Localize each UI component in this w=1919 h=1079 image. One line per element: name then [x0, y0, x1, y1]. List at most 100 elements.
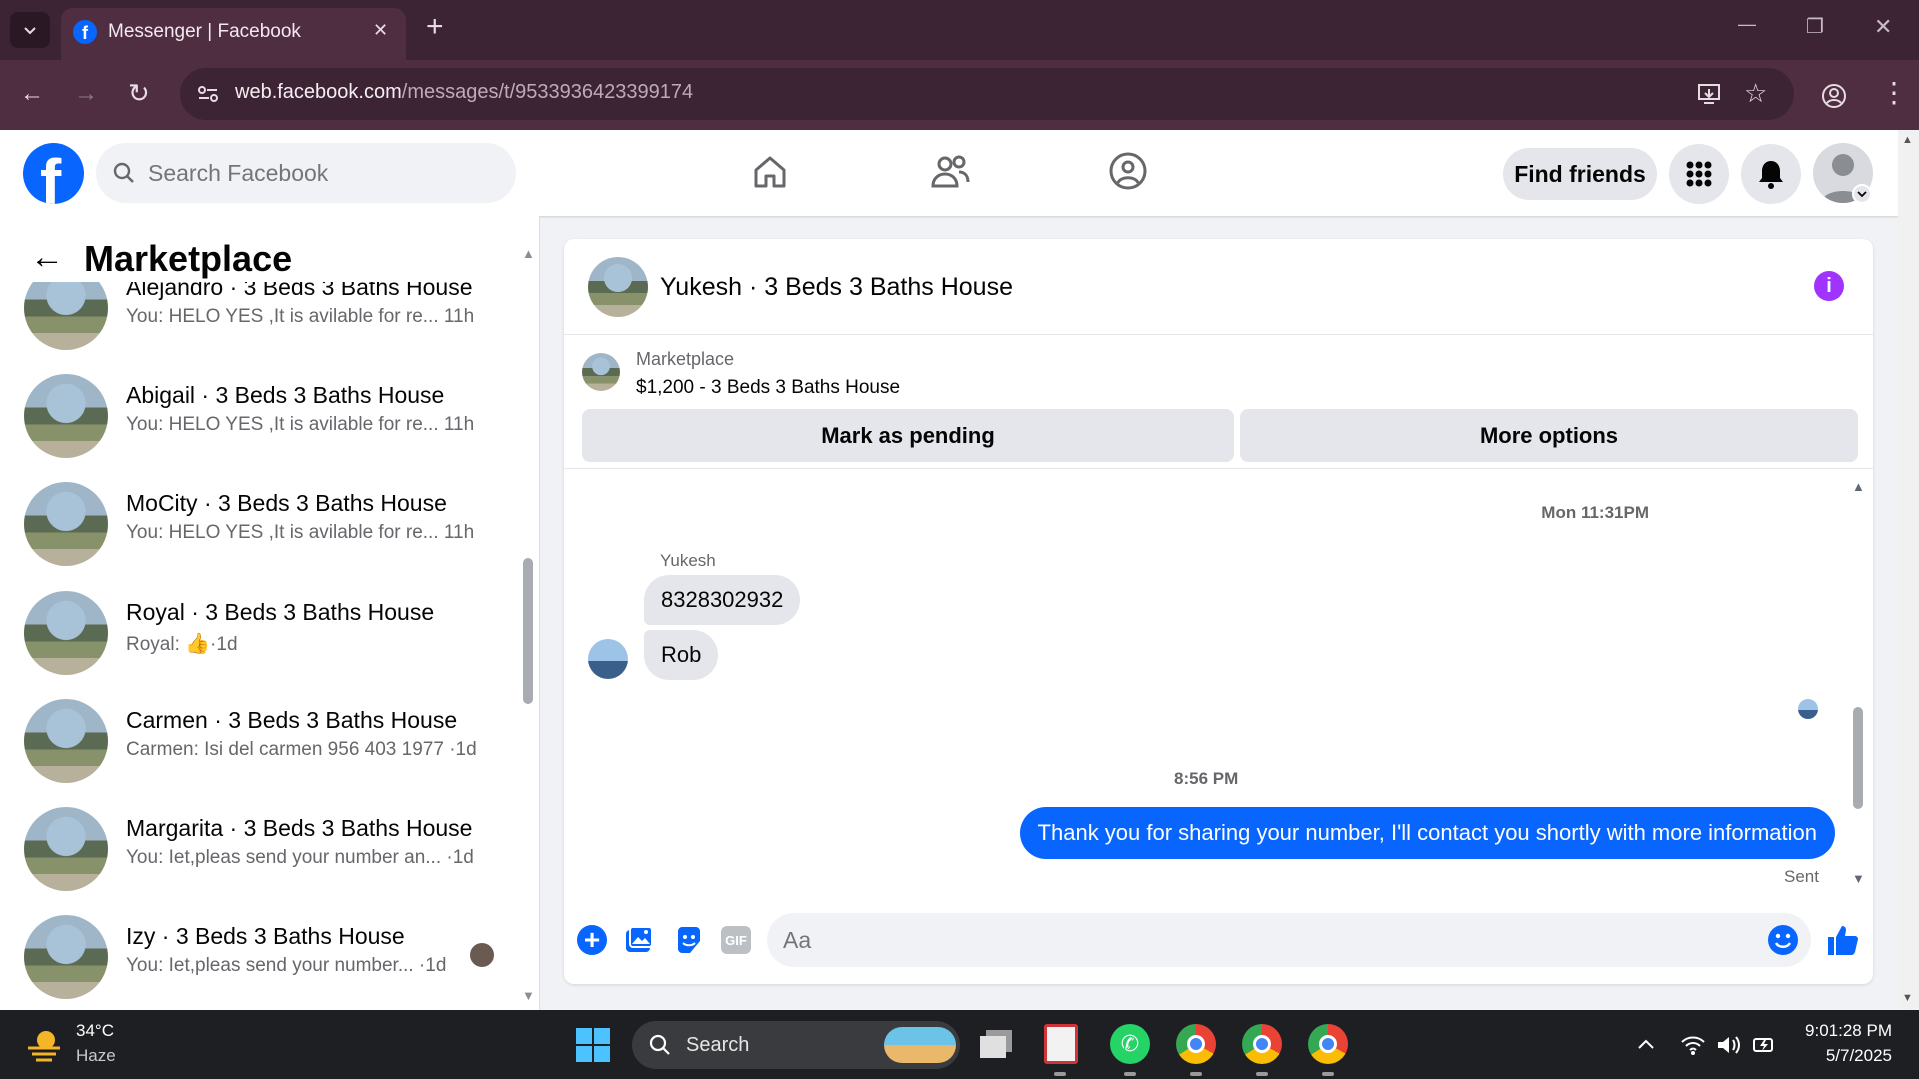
conversation-item[interactable]: Carmen · 3 Beds 3 Baths House Carmen: Is…: [24, 687, 515, 795]
scroll-down-arrow-icon[interactable]: ▼: [1852, 871, 1865, 886]
weather-condition[interactable]: Haze: [76, 1046, 116, 1066]
groups-icon[interactable]: [1108, 151, 1148, 191]
chrome-profile-icon[interactable]: [1308, 1024, 1348, 1064]
chat-title[interactable]: Yukesh · 3 Beds 3 Baths House: [660, 273, 1013, 302]
weather-temp[interactable]: 34°C: [76, 1021, 114, 1041]
windows-taskbar: 34°C Haze Search ✆ 9:01:28 PM 5/7/2025: [0, 1010, 1919, 1079]
home-icon[interactable]: [750, 152, 790, 192]
scroll-down-arrow-icon[interactable]: ▼: [1902, 992, 1913, 1004]
conversation-item[interactable]: Margarita · 3 Beds 3 Baths House You: Ie…: [24, 795, 515, 903]
whatsapp-icon[interactable]: ✆: [1110, 1024, 1150, 1064]
active-app-indicator: [1124, 1072, 1136, 1076]
browser-tab-messenger[interactable]: f Messenger | Facebook ✕: [61, 8, 406, 60]
my-message-bubble[interactable]: Thank you for sharing your number, I'll …: [1019, 807, 1835, 859]
scrollbar-thumb[interactable]: [523, 558, 533, 704]
browser-menu-icon[interactable]: ⋮: [1880, 76, 1908, 109]
composer: + GIF: [564, 911, 1873, 971]
menu-grid-button[interactable]: [1669, 144, 1729, 204]
facebook-logo-icon[interactable]: f: [23, 143, 84, 204]
back-arrow-icon[interactable]: ←: [20, 80, 44, 108]
conversation-item[interactable]: MoCity · 3 Beds 3 Baths House You: HELO …: [24, 470, 515, 578]
listing-avatar: [24, 374, 108, 458]
chat-avatar[interactable]: [588, 257, 648, 317]
scroll-up-arrow-icon[interactable]: ▲: [1852, 479, 1865, 494]
message-input[interactable]: [783, 923, 1683, 957]
site-settings-icon[interactable]: [196, 82, 220, 106]
conversation-item[interactable]: Alejandro · 3 Beds 3 Baths House You: HE…: [24, 282, 515, 362]
sidebar-scrollbar[interactable]: ▲ ▼: [520, 246, 536, 1006]
forward-arrow-icon[interactable]: →: [74, 80, 98, 108]
volume-icon[interactable]: [1716, 1034, 1742, 1056]
conversation-item[interactable]: Abigail · 3 Beds 3 Baths House You: HELO…: [24, 362, 515, 470]
conversation-item[interactable]: Izy · 3 Beds 3 Baths House You: Iet,plea…: [24, 903, 515, 1006]
listing-avatar: [24, 482, 108, 566]
mark-as-pending-button[interactable]: Mark as pending: [582, 409, 1234, 462]
close-tab-icon[interactable]: ✕: [373, 20, 388, 41]
clock-date[interactable]: 5/7/2025: [1800, 1046, 1892, 1066]
conversation-item[interactable]: Royal · 3 Beds 3 Baths House Royal: 👍·1d: [24, 579, 515, 687]
message-text: Rob: [661, 642, 702, 667]
listing-avatar: [24, 807, 108, 891]
chevron-up-icon[interactable]: [1636, 1036, 1656, 1052]
new-tab-button[interactable]: +: [426, 10, 444, 44]
notifications-button[interactable]: [1741, 144, 1801, 204]
active-app-indicator: [1190, 1072, 1202, 1076]
wifi-icon[interactable]: [1680, 1034, 1706, 1056]
scrollbar-thumb[interactable]: [1853, 707, 1863, 809]
message-scrollbar[interactable]: ▲ ▼: [1850, 479, 1866, 889]
search-highlight-image: [884, 1027, 956, 1063]
conversation-list: Alejandro · 3 Beds 3 Baths House You: HE…: [0, 282, 515, 1006]
listing-price[interactable]: $1,200 - 3 Beds 3 Baths House: [636, 377, 900, 399]
snipping-tool-icon[interactable]: [1044, 1024, 1078, 1064]
thumbs-up-icon[interactable]: [1826, 923, 1860, 957]
taskbar-search-box[interactable]: Search: [632, 1021, 960, 1069]
emoji-icon[interactable]: [1767, 924, 1799, 956]
back-arrow-icon[interactable]: ←: [30, 238, 64, 277]
sticker-icon[interactable]: [674, 925, 704, 955]
conversation-preview: Royal: 👍·1d: [126, 633, 238, 655]
windows-start-icon[interactable]: [575, 1027, 611, 1063]
chrome-icon[interactable]: [1176, 1024, 1216, 1064]
install-app-icon[interactable]: [1696, 81, 1722, 107]
find-friends-button[interactable]: Find friends: [1503, 148, 1657, 200]
taskbar-search-label: Search: [686, 1034, 750, 1056]
scroll-up-arrow-icon[interactable]: ▲: [1902, 134, 1913, 146]
weather-haze-icon[interactable]: [26, 1028, 64, 1062]
add-icon[interactable]: +: [577, 925, 607, 955]
battery-charging-icon[interactable]: [1752, 1034, 1778, 1056]
message-bubble[interactable]: 8328302932: [644, 575, 801, 625]
profile-icon[interactable]: [1820, 82, 1848, 110]
bookmark-star-icon[interactable]: ☆: [1744, 78, 1767, 109]
friends-icon[interactable]: [929, 152, 971, 192]
search-box[interactable]: [96, 143, 516, 203]
message-area: Mon 11:31PM Yukesh 8328302932 Rob 8:56 P…: [564, 469, 1873, 899]
account-chevron-icon[interactable]: [1852, 184, 1872, 204]
task-view-icon[interactable]: [978, 1030, 1014, 1060]
address-bar[interactable]: web.facebook.com/messages/t/953393642339…: [180, 68, 1794, 120]
chrome-profile-m-icon[interactable]: [1242, 1024, 1282, 1064]
listing-thumbnail[interactable]: [582, 353, 620, 391]
chat-header: Yukesh · 3 Beds 3 Baths House i: [564, 239, 1873, 335]
scroll-up-arrow-icon[interactable]: ▲: [522, 246, 535, 261]
seen-avatar: [1798, 699, 1818, 719]
info-icon[interactable]: i: [1814, 271, 1844, 301]
restore-button[interactable]: ❐: [1806, 14, 1824, 39]
reload-icon[interactable]: ↻: [128, 78, 150, 109]
clock-time[interactable]: 9:01:28 PM: [1800, 1021, 1892, 1041]
scroll-down-arrow-icon[interactable]: ▼: [522, 988, 535, 1003]
message-input-box[interactable]: [767, 913, 1811, 967]
gif-icon[interactable]: GIF: [721, 926, 751, 954]
browser-tabstrip: f Messenger | Facebook ✕ + — ❐ ✕: [0, 0, 1919, 60]
sender-avatar[interactable]: [588, 639, 628, 679]
tab-title: Messenger | Facebook: [108, 21, 301, 42]
close-window-button[interactable]: ✕: [1874, 14, 1892, 40]
tab-search-button[interactable]: [10, 12, 50, 48]
conversation-name: Carmen · 3 Beds 3 Baths House: [126, 707, 458, 733]
more-options-button[interactable]: More options: [1240, 409, 1858, 462]
search-input[interactable]: [148, 155, 488, 191]
message-bubble[interactable]: Rob: [644, 630, 719, 680]
minimize-button[interactable]: —: [1738, 14, 1756, 35]
sender-name: Yukesh: [660, 551, 716, 570]
photo-icon[interactable]: [624, 925, 654, 955]
page-scrollbar[interactable]: ▲ ▼: [1898, 130, 1919, 1010]
